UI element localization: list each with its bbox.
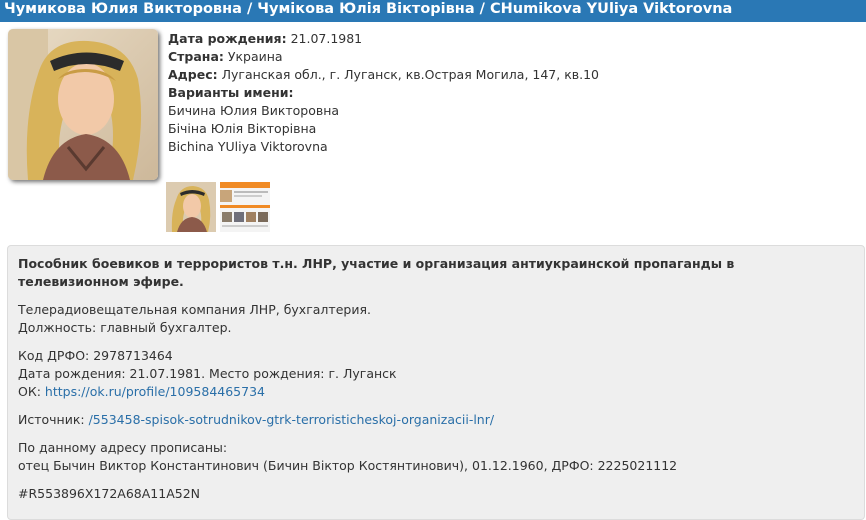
name-variant: Бічіна Юлія Вікторівна: [168, 121, 317, 136]
screenshot-thumbnail[interactable]: [220, 182, 270, 232]
position-text: Должность: главный бухгалтер.: [18, 320, 232, 335]
registered-person: отец Бычин Виктор Константинович (Бичин …: [18, 458, 678, 473]
accusation-headline: Пособник боевиков и террористов т.н. ЛНР…: [18, 256, 735, 289]
name-variant: Bichina YUliya Viktorovna: [168, 139, 328, 154]
country-value: Украина: [227, 49, 283, 64]
identity-block: Код ДРФО: 2978713464 Дата рождения: 21.0…: [18, 347, 848, 401]
employer-text: Телерадиовещательная компания ЛНР, бухга…: [18, 302, 371, 317]
ok-profile-link[interactable]: https://ok.ru/profile/109584465734: [45, 384, 265, 399]
country-label: Страна:: [168, 49, 224, 64]
employment-block: Телерадиовещательная компания ЛНР, бухга…: [18, 301, 848, 337]
page-title: Чумикова Юлия Викторовна / Чумікова Юлія…: [0, 0, 866, 22]
source-label: Источник:: [18, 412, 85, 427]
address-value: Луганская обл., г. Луганск, кв.Острая Мо…: [221, 67, 600, 82]
name-variants-label: Варианты имени:: [168, 85, 294, 100]
birth-info: Дата рождения: 21.07.1981. Место рождени…: [18, 366, 397, 381]
drfo-code: Код ДРФО: 2978713464: [18, 348, 173, 363]
birth-date-value: 21.07.1981: [290, 31, 363, 46]
address-label: Адрес:: [168, 67, 218, 82]
name-variants-row: Варианты имени:: [168, 84, 599, 102]
registered-block: По данному адресу прописаны: отец Бычин …: [18, 439, 848, 475]
source-link[interactable]: /553458-spisok-sotrudnikov-gtrk-terroris…: [89, 412, 495, 427]
ok-label: ОК:: [18, 384, 41, 399]
birth-date-row: Дата рождения: 21.07.1981: [168, 30, 599, 48]
profile-photo[interactable]: [8, 29, 158, 180]
record-hash: #R553896X172A68A11A52N: [18, 486, 201, 501]
country-row: Страна: Украина: [168, 48, 599, 66]
source-block: Источник: /553458-spisok-sotrudnikov-gtr…: [18, 411, 848, 429]
details-panel: Пособник боевиков и террористов т.н. ЛНР…: [7, 245, 865, 520]
birth-date-label: Дата рождения:: [168, 31, 287, 46]
name-variant: Бичина Юлия Викторовна: [168, 103, 340, 118]
registered-label: По данному адресу прописаны:: [18, 440, 228, 455]
address-row: Адрес: Луганская обл., г. Луганск, кв.Ос…: [168, 66, 599, 84]
photo-thumbnail[interactable]: [166, 182, 216, 232]
profile-info: Дата рождения: 21.07.1981 Страна: Украин…: [168, 30, 599, 156]
